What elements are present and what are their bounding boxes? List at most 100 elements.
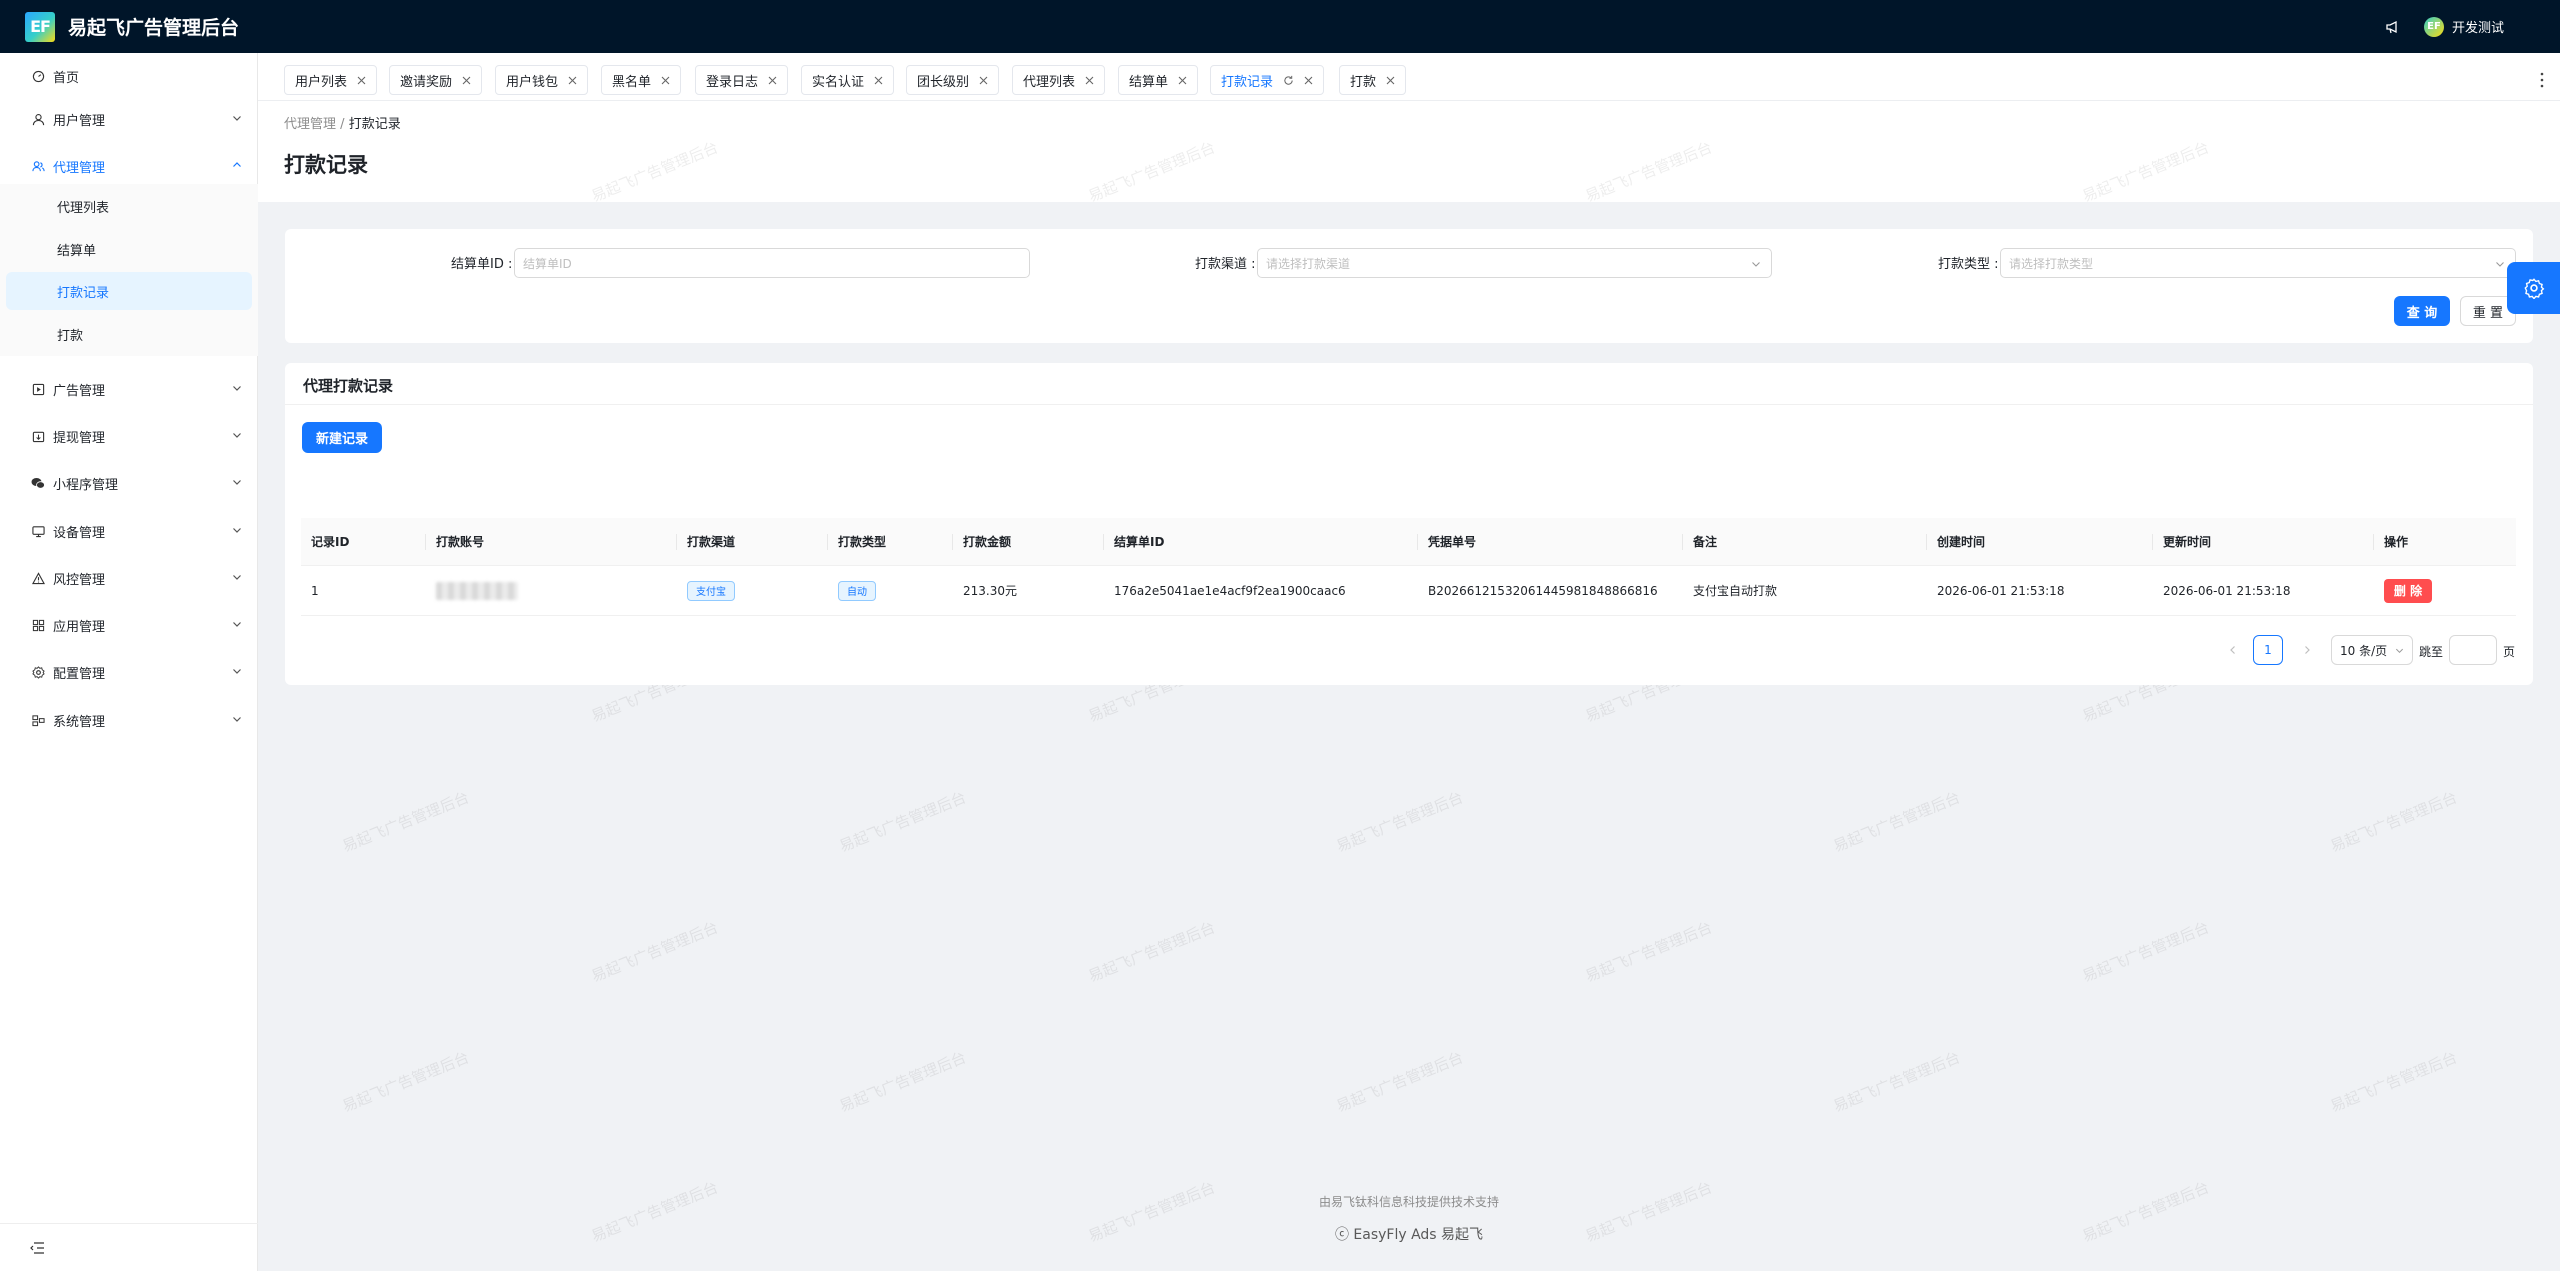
channel-select[interactable]: 请选择打款渠道	[1257, 248, 1772, 278]
footer-support-text: 由易飞钛科信息科技提供技术支持	[1318, 1195, 1499, 1209]
tab-real-name[interactable]: 实名认证	[801, 65, 895, 95]
tab-label: 登录日志	[706, 74, 759, 90]
warning-icon	[31, 571, 45, 585]
sidebar-item-miniprogram-management[interactable]: 小程序管理	[0, 463, 258, 503]
sidebar-item-home[interactable]: 首页	[0, 56, 258, 96]
column-header: 创建时间	[1937, 535, 1986, 549]
watermark-text: 易起飞广告管理后台	[2327, 1048, 2460, 1116]
close-icon[interactable]	[1085, 76, 1094, 85]
sidebar-item-ad-management[interactable]: 广告管理	[0, 369, 258, 409]
chevron-left-icon[interactable]	[2228, 645, 2238, 655]
watermark-text: 易起飞广告管理后台	[1333, 788, 1466, 856]
chevron-down-icon	[233, 575, 241, 580]
close-icon[interactable]	[768, 76, 777, 85]
delete-button[interactable]: 删 除	[2384, 578, 2432, 603]
tab-leader-level[interactable]: 团长级别	[906, 65, 1000, 95]
reload-icon[interactable]	[1283, 75, 1294, 86]
app-logo[interactable]: EF	[25, 11, 55, 42]
setting-icon	[31, 665, 45, 679]
sidebar-subitem-agent-list[interactable]: 代理列表	[6, 187, 252, 225]
tab-invite-reward[interactable]: 邀请奖励	[389, 65, 483, 95]
watermark-text: 易起飞广告管理后台	[1582, 918, 1715, 986]
sidebar-item-label: 风控管理	[53, 572, 106, 588]
tab-agent-list[interactable]: 代理列表	[1012, 65, 1106, 95]
sidebar-item-label: 代理管理	[53, 160, 106, 176]
sidebar-subitem-payment-records[interactable]: 打款记录	[6, 272, 252, 310]
cell-amount: 213.30元	[963, 584, 1017, 598]
close-icon[interactable]	[874, 76, 883, 85]
settlement-id-input[interactable]: 结算单ID	[514, 248, 1030, 278]
close-icon[interactable]	[357, 76, 366, 85]
type-select[interactable]: 请选择打款类型	[2000, 248, 2516, 278]
sidebar-subitem-payment[interactable]: 打款	[6, 315, 252, 353]
column-divider	[952, 534, 953, 550]
page-suffix: 页	[2503, 645, 2516, 659]
tab-payment[interactable]: 打款	[1339, 65, 1407, 95]
page-title: 打款记录	[284, 153, 368, 177]
sidebar-item-system-management[interactable]: 系统管理	[0, 700, 258, 740]
breadcrumb-parent[interactable]: 代理管理	[284, 117, 336, 132]
cell-created-at: 2026-06-01 21:53:18	[1937, 583, 2065, 598]
tab-label: 团长级别	[917, 74, 970, 90]
query-button[interactable]: 查 询	[2394, 296, 2450, 326]
page-number-button[interactable]: 1	[2253, 635, 2283, 665]
close-icon[interactable]	[979, 76, 988, 85]
settlement-id-label: 结算单ID :	[451, 257, 513, 272]
more-vertical-icon[interactable]	[2540, 71, 2544, 89]
sidebar-item-app-management[interactable]: 应用管理	[0, 605, 258, 645]
chevron-down-icon	[2496, 262, 2504, 267]
cell-account	[436, 566, 518, 615]
new-record-button[interactable]: 新建记录	[302, 422, 382, 453]
close-icon[interactable]	[1304, 76, 1313, 85]
page-size-select[interactable]: 10 条/页	[2331, 635, 2413, 665]
sidebar-item-device-management[interactable]: 设备管理	[0, 511, 258, 551]
tab-user-wallet[interactable]: 用户钱包	[495, 65, 589, 95]
agent-icon	[31, 159, 45, 173]
watermark-text: 易起飞广告管理后台	[1830, 1048, 1963, 1116]
sidebar-subitem-settlement[interactable]: 结算单	[6, 230, 252, 268]
close-icon[interactable]	[661, 76, 670, 85]
settings-drawer-button[interactable]	[2507, 262, 2560, 314]
appstore-icon	[31, 618, 45, 632]
tab-label: 邀请奖励	[400, 74, 453, 90]
sidebar-subitem-label: 打款	[57, 328, 84, 344]
type-label: 打款类型 :	[1938, 257, 1999, 272]
sidebar-item-agent-management[interactable]: 代理管理	[0, 146, 258, 186]
tab-settlement[interactable]: 结算单	[1118, 65, 1199, 95]
watermark-text: 易起飞广告管理后台	[1830, 788, 1963, 856]
chevron-down-icon	[2395, 648, 2404, 654]
tab-login-log[interactable]: 登录日志	[695, 65, 789, 95]
column-header: 记录ID	[311, 535, 350, 549]
channel-label: 打款渠道 :	[1195, 257, 1256, 272]
wechat-icon	[31, 476, 45, 490]
sidebar-item-withdrawal-management[interactable]: 提现管理	[0, 416, 258, 456]
column-header: 备注	[1693, 535, 1718, 549]
close-icon[interactable]	[1178, 76, 1187, 85]
close-icon[interactable]	[462, 76, 471, 85]
jump-page-input[interactable]	[2449, 635, 2497, 665]
tab-label: 代理列表	[1023, 74, 1076, 90]
divider	[285, 404, 2533, 405]
user-menu[interactable]: EF 开发测试	[2423, 16, 2504, 37]
breadcrumb-current: 打款记录	[348, 117, 401, 132]
watermark-text: 易起飞广告管理后台	[836, 1048, 969, 1116]
jump-label: 跳至	[2419, 645, 2444, 659]
chevron-right-icon[interactable]	[2302, 645, 2312, 655]
cell-settlement-id: 176a2e5041ae1e4acf9f2ea1900caac6	[1114, 583, 1346, 598]
close-icon[interactable]	[1386, 76, 1395, 85]
column-header: 结算单ID	[1114, 535, 1165, 549]
sidebar-collapse-button[interactable]	[0, 1223, 258, 1271]
cell-remark: 支付宝自动打款	[1693, 584, 1778, 598]
tab-blacklist[interactable]: 黑名单	[601, 65, 682, 95]
cell-record-id: 1	[311, 583, 319, 598]
sidebar-item-config-management[interactable]: 配置管理	[0, 652, 258, 692]
sidebar-item-user-management[interactable]: 用户管理	[0, 99, 258, 139]
cell-type: 自动	[838, 566, 876, 615]
announcement-icon[interactable]	[2384, 18, 2402, 36]
close-icon[interactable]	[568, 76, 577, 85]
sidebar-item-risk-management[interactable]: 风控管理	[0, 558, 258, 598]
tab-user-list[interactable]: 用户列表	[284, 65, 378, 95]
tab-payment-records[interactable]: 打款记录	[1210, 65, 1325, 95]
user-name: 开发测试	[2451, 21, 2504, 36]
column-divider	[1103, 534, 1104, 550]
